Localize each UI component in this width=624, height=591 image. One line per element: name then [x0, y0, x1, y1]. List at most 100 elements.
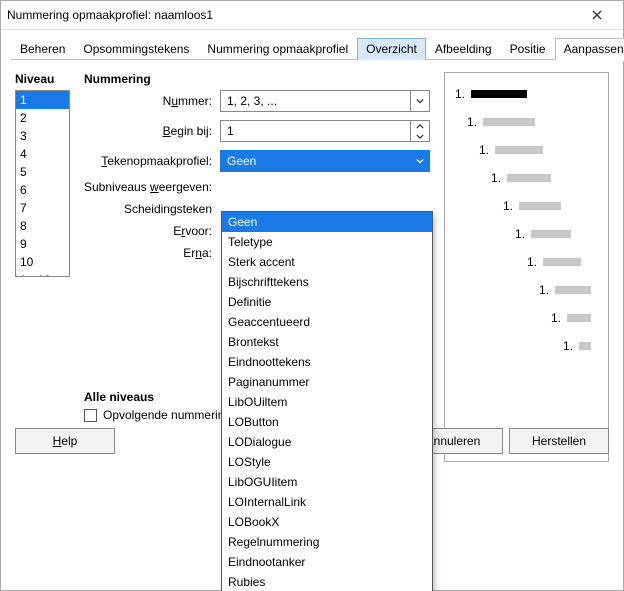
label-erna: Erna:: [84, 246, 212, 260]
tekenopmaakprofiel-dropdown[interactable]: GeenTeletypeSterk accentBijschrifttekens…: [221, 211, 433, 591]
consecutive-label: Opvolgende nummering: [103, 408, 231, 422]
dropdown-option[interactable]: Sterk accent: [222, 252, 432, 272]
dropdown-option[interactable]: LOStyle: [222, 452, 432, 472]
preview-number: 1.: [503, 199, 513, 213]
dialog-body: Niveau 1 2 3 4 5 6 7 8 9 10 1 - 10 Numme…: [1, 60, 623, 462]
tab-opsommingstekens[interactable]: Opsommingstekens: [74, 38, 198, 60]
preview-bar: [471, 90, 527, 98]
preview-column: 1.1.1.1.1.1.1.1.1.1.: [444, 72, 609, 462]
chevron-down-icon: [416, 134, 424, 139]
nummer-combo[interactable]: 1, 2, 3, ...: [220, 90, 430, 112]
level-item[interactable]: 9: [16, 235, 69, 253]
preview-row: 1.: [455, 311, 598, 325]
preview-bar: [483, 118, 535, 126]
levels-heading: Niveau: [15, 72, 70, 86]
level-item[interactable]: 10: [16, 253, 69, 271]
preview-number: 1.: [467, 115, 477, 129]
tekenopmaakprofiel-combo[interactable]: Geen: [220, 150, 430, 172]
level-item[interactable]: 8: [16, 217, 69, 235]
preview-number: 1.: [551, 311, 561, 325]
preview-row: 1.: [455, 143, 598, 157]
preview-bar: [507, 174, 551, 182]
close-icon: [592, 10, 602, 20]
label-subniveaus: Subniveaus weergeven:: [84, 180, 212, 194]
tab-overzicht[interactable]: Overzicht: [357, 38, 426, 60]
tab-aanpassen[interactable]: Aanpassen: [555, 38, 624, 60]
dropdown-option[interactable]: LibOGUIitem: [222, 472, 432, 492]
dropdown-option[interactable]: Geaccentueerd: [222, 312, 432, 332]
dropdown-option[interactable]: Rubies: [222, 572, 432, 591]
tab-positie[interactable]: Positie: [501, 38, 555, 60]
preview-number: 1.: [455, 87, 465, 101]
levels-column: Niveau 1 2 3 4 5 6 7 8 9 10 1 - 10: [15, 72, 70, 462]
preview-box: 1.1.1.1.1.1.1.1.1.1.: [444, 72, 609, 462]
tab-beheren[interactable]: Beheren: [11, 38, 74, 60]
preview-row: 1.: [455, 115, 598, 129]
dropdown-option[interactable]: LODialogue: [222, 432, 432, 452]
level-item[interactable]: 2: [16, 109, 69, 127]
preview-number: 1.: [563, 339, 573, 353]
preview-bar: [567, 314, 591, 322]
dropdown-option[interactable]: LOBookX: [222, 512, 432, 532]
chevron-down-icon: [410, 91, 429, 111]
level-item[interactable]: 6: [16, 181, 69, 199]
begin-bij-spinner[interactable]: 1: [220, 120, 430, 142]
dropdown-option[interactable]: Geen: [222, 212, 432, 232]
label-ervoor: Ervoor:: [84, 224, 212, 238]
level-item[interactable]: 7: [16, 199, 69, 217]
preview-number: 1.: [527, 255, 537, 269]
dropdown-option[interactable]: Paginanummer: [222, 372, 432, 392]
spinner-buttons[interactable]: [410, 121, 429, 141]
dropdown-option[interactable]: Definitie: [222, 292, 432, 312]
preview-row: 1.: [455, 339, 598, 353]
dropdown-option[interactable]: LibOUiltem: [222, 392, 432, 412]
dialog-window: Nummering opmaakprofiel: naamloos1 Beher…: [0, 0, 624, 591]
begin-bij-value: 1: [221, 124, 410, 138]
level-item[interactable]: 1: [16, 91, 69, 109]
label-scheidingsteken: Scheidingsteken: [84, 202, 212, 216]
level-list[interactable]: 1 2 3 4 5 6 7 8 9 10 1 - 10: [15, 90, 70, 277]
nummer-value: 1, 2, 3, ...: [221, 94, 410, 108]
label-begin-bij: Begin bij:: [84, 124, 212, 138]
preview-number: 1.: [539, 283, 549, 297]
preview-bar: [519, 202, 561, 210]
level-item[interactable]: 1 - 10: [16, 271, 69, 277]
level-item[interactable]: 4: [16, 145, 69, 163]
titlebar: Nummering opmaakprofiel: naamloos1: [1, 1, 623, 30]
label-tekenopmaakprofiel: Tekenopmaakprofiel:: [84, 154, 212, 168]
tab-nummering-opmaakprofiel[interactable]: Nummering opmaakprofiel: [198, 38, 357, 60]
chevron-up-icon: [416, 124, 424, 129]
preview-number: 1.: [515, 227, 525, 241]
preview-bar: [543, 258, 581, 266]
tab-afbeelding[interactable]: Afbeelding: [426, 38, 501, 60]
preview-row: 1.: [455, 283, 598, 297]
window-title: Nummering opmaakprofiel: naamloos1: [7, 1, 213, 29]
chevron-down-icon: [410, 151, 429, 171]
dropdown-option[interactable]: Eindnoottekens: [222, 352, 432, 372]
dropdown-option[interactable]: Teletype: [222, 232, 432, 252]
tekenopmaakprofiel-value: Geen: [221, 154, 410, 168]
dropdown-option[interactable]: Regelnummering: [222, 532, 432, 552]
reset-button[interactable]: Herstellen: [509, 428, 609, 454]
dropdown-option[interactable]: LOButton: [222, 412, 432, 432]
preview-bar: [579, 342, 591, 350]
dropdown-option[interactable]: LOInternalLink: [222, 492, 432, 512]
dropdown-option[interactable]: Brontekst: [222, 332, 432, 352]
help-button[interactable]: Help: [15, 428, 115, 454]
preview-bar: [495, 146, 543, 154]
consecutive-checkbox[interactable]: [84, 409, 97, 422]
preview-number: 1.: [491, 171, 501, 185]
preview-number: 1.: [479, 143, 489, 157]
preview-bar: [555, 286, 591, 294]
dropdown-option[interactable]: Eindnootanker: [222, 552, 432, 572]
numbering-heading: Nummering: [84, 72, 430, 86]
dropdown-option[interactable]: Bijschrifttekens: [222, 272, 432, 292]
label-nummer: Nummer:: [84, 94, 212, 108]
close-button[interactable]: [577, 2, 617, 28]
level-item[interactable]: 3: [16, 127, 69, 145]
preview-bar: [531, 230, 571, 238]
level-item[interactable]: 5: [16, 163, 69, 181]
preview-row: 1.: [455, 171, 598, 185]
tabstrip: Beheren Opsommingstekens Nummering opmaa…: [11, 36, 613, 60]
preview-row: 1.: [455, 87, 598, 101]
